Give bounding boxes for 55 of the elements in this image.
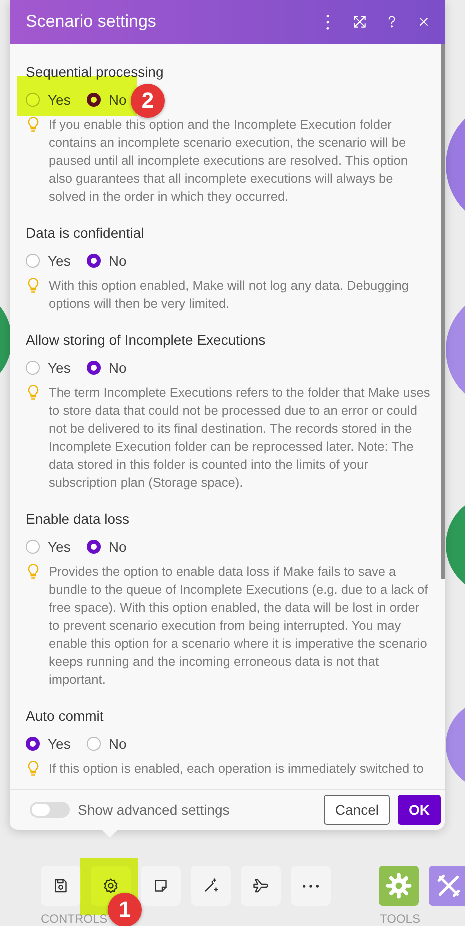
section-caption: TOOLS <box>380 912 420 926</box>
dialog-title: Scenario settings <box>26 12 158 32</box>
annotation-badge: 1 <box>108 893 142 926</box>
radio-circle[interactable] <box>26 540 40 554</box>
radio-circle[interactable] <box>26 737 40 751</box>
radio-option[interactable]: Yes <box>26 736 71 752</box>
tools-button[interactable] <box>429 866 465 906</box>
lightbulb-icon <box>26 117 41 132</box>
radio-option[interactable]: Yes <box>26 539 71 555</box>
setting-label: Data is confidential <box>26 225 146 241</box>
radio-option[interactable]: No <box>86 360 127 376</box>
toolbar-button[interactable] <box>141 866 181 906</box>
more-icon <box>303 884 319 888</box>
tools-icon <box>436 873 462 899</box>
save-icon <box>52 877 70 895</box>
radio-option[interactable]: Yes <box>26 360 71 376</box>
section-caption: CONTROLS <box>41 912 108 926</box>
magic-wand-icon <box>202 877 220 895</box>
close-icon <box>417 15 431 29</box>
radio-option[interactable]: No <box>86 736 127 752</box>
toolbar-button[interactable] <box>241 866 281 906</box>
radio-circle[interactable] <box>86 361 101 375</box>
hint-text: If this option is enabled, each operation is immediately switched to <box>49 760 424 778</box>
setting-label: Auto commit <box>26 708 105 724</box>
setting-label: Allow storing of Incomplete Executions <box>26 332 267 348</box>
radio-circle[interactable] <box>26 361 40 375</box>
kebab-icon <box>326 14 330 30</box>
hint-text: The term Incomplete Executions refers to the folder that Make uses to store data that could not be processed due to an error or could not be delivered to its final destination. The records stored in the Incomplete Execution folder can be reprocessed later. Note: The data stored in this folder is counted into the limits of your subscription plan (Storage space). <box>49 384 432 492</box>
hint-text: Provides the option to enable data loss if Make fails to save a bundle to the queue of Incomplete Executions (e.g. due to a lack of free space). With this option enabled, the data will be lost in order to prevent scenario execution from being interrupted. You may enable this option for a scenario where it is imperative the scenario keeps running and the incoming erroneous data is not that important. <box>49 563 430 689</box>
radio-option[interactable]: No <box>86 253 127 269</box>
radio-circle[interactable] <box>26 254 40 268</box>
radio-option[interactable]: No <box>86 539 127 555</box>
setting-label: Sequential processing <box>26 64 165 80</box>
expand-icon <box>352 14 368 30</box>
lightbulb-icon <box>26 385 41 400</box>
radio-circle[interactable] <box>86 254 101 268</box>
toolbar-button[interactable] <box>41 866 81 906</box>
airplane-icon <box>252 877 270 895</box>
lightbulb-icon <box>26 761 41 776</box>
radio-circle[interactable] <box>86 737 101 751</box>
radio-circle[interactable] <box>86 540 101 554</box>
hint-text: If you enable this option and the Incomplete Execution folder contains an incomplete scenario execution, the scenario will be paused until all incomplete executions are resolved. This option also guarantees that all incomplete executions will always be solved in the order in which they occurred. <box>49 116 410 206</box>
setting-label: Enable data loss <box>26 511 131 527</box>
ok-button[interactable]: OK <box>398 795 441 825</box>
expand-button[interactable] <box>351 13 369 31</box>
toggle-switch[interactable] <box>30 802 70 818</box>
hint-text: With this option enabled, Make will not log any data. Debugging options will then be very limited. <box>49 277 410 313</box>
cancel-button[interactable]: Cancel <box>324 795 390 825</box>
radio-option[interactable]: Yes <box>26 253 71 269</box>
gear-icon <box>386 873 412 899</box>
scrollbar-thumb[interactable] <box>441 44 445 579</box>
lightbulb-icon <box>26 564 41 579</box>
lightbulb-icon <box>26 278 41 293</box>
note-icon <box>152 877 170 895</box>
toggle-label: Show advanced settings <box>78 802 231 818</box>
